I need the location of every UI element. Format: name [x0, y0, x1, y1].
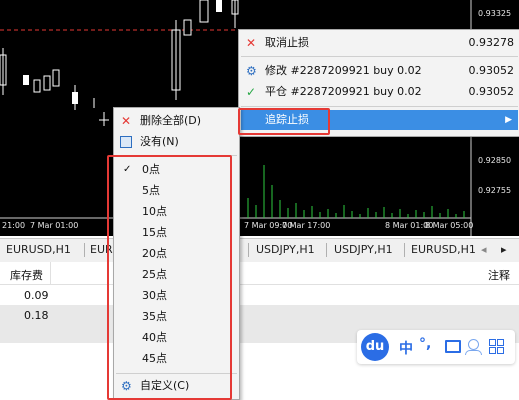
table-row[interactable]: 0.18 — [0, 305, 519, 325]
column-header-swap[interactable]: 库存费 — [10, 267, 43, 283]
table-header: 库存费 注释 — [0, 262, 519, 285]
time-tick: 7 Mar 01:00 — [30, 221, 79, 230]
checkbox-icon — [120, 136, 132, 148]
swap-value: 0.09 — [24, 289, 49, 302]
gear-icon: ⚙ — [246, 64, 257, 78]
column-header-comment[interactable]: 注释 — [488, 267, 510, 283]
tab-chart[interactable]: USDJPY,H1 — [256, 243, 315, 256]
menu-item-close-order[interactable]: ✓ 平仓 #2287209921 buy 0.02 0.93052 — [239, 82, 519, 102]
tabs-scroll-right-icon[interactable]: ▸ — [501, 243, 507, 256]
swap-value: 0.18 — [24, 309, 49, 322]
time-tick: 21:00 — [2, 221, 26, 230]
chevron-right-icon: ▶ — [505, 115, 512, 125]
tab-chart[interactable]: EURUSD,H1 — [411, 243, 476, 256]
chart-tabs: EURUSD,H1 EUR USDJPY,H1 USDJPY,H1 EURUSD… — [0, 238, 519, 264]
table-row[interactable]: 0.09 — [0, 285, 519, 305]
grid-icon[interactable] — [489, 339, 504, 354]
volume-bars — [247, 165, 465, 218]
tab-chart[interactable]: USDJPY,H1 — [334, 243, 393, 256]
highlight-box — [238, 108, 330, 135]
chinese-mode-button[interactable]: 中 — [399, 338, 413, 358]
price-tick: 0.92755 — [478, 186, 512, 195]
ime-toolbar: du 中 °, — [357, 330, 515, 364]
time-tick: 7 Mar 17:00 — [282, 221, 331, 230]
user-icon[interactable] — [468, 339, 479, 350]
tab-chart[interactable]: EURUSD,H1 — [6, 243, 71, 256]
price-tick: 0.93325 — [478, 9, 512, 18]
time-tick: 8 Mar 05:00 — [425, 221, 474, 230]
tabs-scroll-left-icon[interactable]: ◂ — [481, 243, 487, 256]
menu-item-cancel-stop-loss[interactable]: ✕ 取消止损 0.93278 — [239, 33, 519, 53]
menu-item-modify-order[interactable]: ⚙ 修改 #2287209921 buy 0.02 0.93052 — [239, 61, 519, 81]
close-icon: ✕ — [246, 36, 257, 50]
close-icon: ✕ — [121, 114, 132, 128]
price-tick: 0.92850 — [478, 156, 512, 165]
check-icon: ✓ — [246, 85, 257, 99]
menu-item-delete-all[interactable]: ✕ 删除全部(D) — [114, 111, 239, 131]
punctuation-button[interactable]: °, — [419, 336, 431, 352]
highlight-box — [107, 155, 232, 400]
keyboard-icon[interactable] — [445, 340, 461, 353]
menu-item-none[interactable]: 没有(N) — [114, 132, 239, 152]
baidu-logo[interactable]: du — [361, 333, 389, 361]
